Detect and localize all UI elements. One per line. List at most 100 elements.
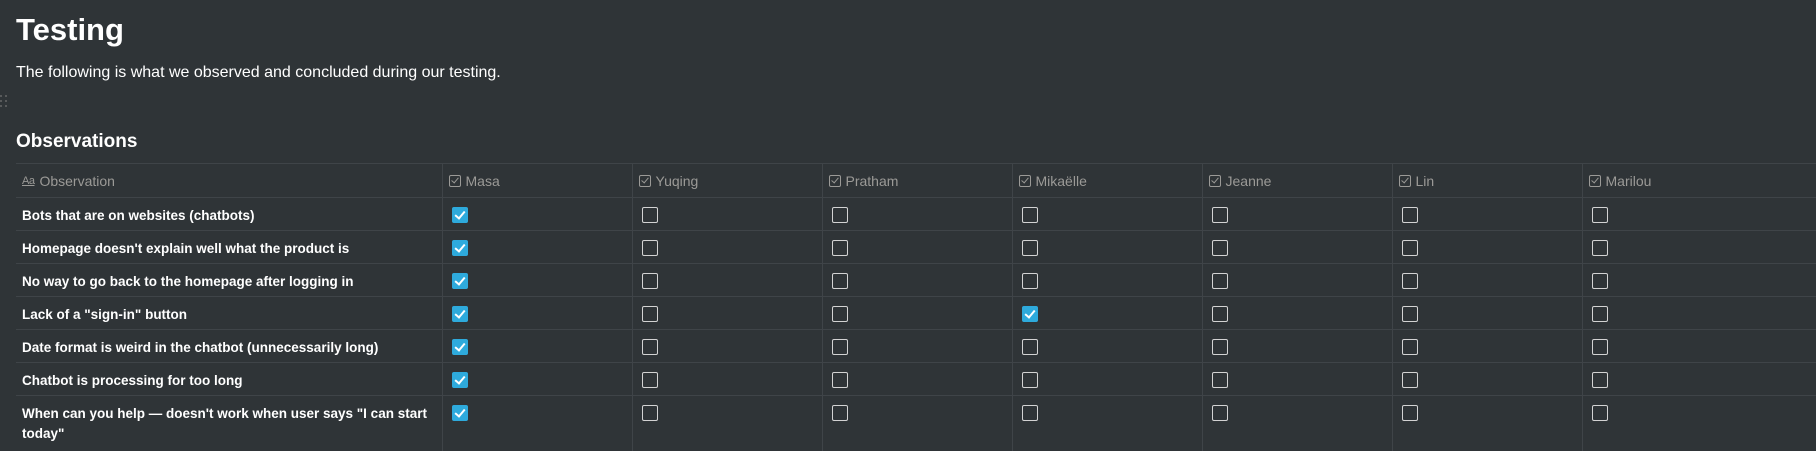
checkbox-unchecked[interactable] [1021,339,1038,355]
checkbox-checked[interactable] [451,240,468,256]
checkbox-unchecked[interactable] [1021,372,1038,388]
checkbox-unchecked[interactable] [641,405,658,421]
observation-cell[interactable]: Homepage doesn't explain well what the p… [16,230,443,264]
checkbox-unchecked[interactable] [1211,207,1228,223]
checkbox-unchecked[interactable] [831,207,848,223]
checkbox-cell [1392,197,1583,231]
checkbox-unchecked[interactable] [641,207,658,223]
checkbox-unchecked[interactable] [1591,273,1608,289]
table-row: When can you help — doesn't work when us… [16,395,1816,451]
column-header-observation[interactable]: Aa Observation [16,163,443,198]
column-header-label: Marilou [1605,172,1652,189]
checkbox-unchecked[interactable] [1211,273,1228,289]
checkbox-unchecked[interactable] [1401,273,1418,289]
checkbox-unchecked[interactable] [831,405,848,421]
checkbox-unchecked[interactable] [831,273,848,289]
page-title[interactable]: Testing [16,10,124,50]
checkbox-cell [1582,296,1816,330]
checkbox-unchecked[interactable] [1401,306,1418,322]
checkbox-unchecked[interactable] [1021,273,1038,289]
checkbox-unchecked[interactable] [1211,339,1228,355]
observation-cell[interactable]: No way to go back to the homepage after … [16,263,443,297]
checkbox-unchecked[interactable] [831,339,848,355]
checkbox-unchecked[interactable] [1591,405,1608,421]
checkbox-cell [1392,230,1583,264]
checkbox-unchecked[interactable] [1401,240,1418,256]
checkbox-cell [1392,395,1583,451]
checkbox-checked[interactable] [451,207,468,223]
checkbox-unchecked[interactable] [641,372,658,388]
checkbox-cell [1392,329,1583,363]
checkbox-property-icon [828,174,841,187]
observation-cell[interactable]: Bots that are on websites (chatbots) [16,197,443,231]
checkbox-cell [442,230,633,264]
checkbox-unchecked[interactable] [1591,207,1608,223]
table-row: Homepage doesn't explain well what the p… [16,230,1816,264]
checkbox-property-icon [448,174,461,187]
checkbox-cell [632,197,823,231]
checkbox-cell [442,395,633,451]
checkbox-unchecked[interactable] [831,306,848,322]
drag-handle-icon[interactable] [0,95,8,113]
column-header-jeanne[interactable]: Jeanne [1202,163,1393,198]
observation-cell[interactable]: Date format is weird in the chatbot (unn… [16,329,443,363]
table-body: Bots that are on websites (chatbots) Home… [16,197,1816,451]
checkbox-checked[interactable] [451,405,468,421]
column-header-yuqing[interactable]: Yuqing [632,163,823,198]
checkbox-cell [442,362,633,396]
column-header-marilou[interactable]: Marilou [1582,163,1816,198]
checkbox-unchecked[interactable] [1211,306,1228,322]
page: Testing The following is what we observe… [0,0,1816,451]
checkbox-unchecked[interactable] [641,273,658,289]
checkbox-cell [1012,329,1203,363]
section-title[interactable]: Observations [16,129,137,155]
column-header-mika-lle[interactable]: Mikaëlle [1012,163,1203,198]
checkbox-unchecked[interactable] [1591,306,1608,322]
checkbox-checked[interactable] [451,273,468,289]
column-header-lin[interactable]: Lin [1392,163,1583,198]
column-header-masa[interactable]: Masa [442,163,633,198]
checkbox-checked[interactable] [451,339,468,355]
checkbox-unchecked[interactable] [1401,405,1418,421]
observation-cell[interactable]: Chatbot is processing for too long [16,362,443,396]
column-header-pratham[interactable]: Pratham [822,163,1013,198]
text-property-icon: Aa [22,174,35,187]
column-header-label: Pratham [845,172,899,189]
checkbox-checked[interactable] [451,372,468,388]
checkbox-cell [632,395,823,451]
checkbox-unchecked[interactable] [831,240,848,256]
checkbox-cell [1012,395,1203,451]
checkbox-unchecked[interactable] [1211,372,1228,388]
checkbox-unchecked[interactable] [641,339,658,355]
checkbox-cell [1202,329,1393,363]
checkbox-checked[interactable] [451,306,468,322]
checkbox-cell [1392,362,1583,396]
checkbox-property-icon [1208,174,1221,187]
checkbox-unchecked[interactable] [1591,339,1608,355]
checkbox-cell [822,230,1013,264]
checkbox-unchecked[interactable] [1591,240,1608,256]
checkbox-property-icon [1018,174,1031,187]
column-header-label: Lin [1415,172,1435,189]
checkbox-cell [1012,197,1203,231]
checkbox-unchecked[interactable] [641,240,658,256]
page-description[interactable]: The following is what we observed and co… [16,62,501,84]
checkbox-cell [1202,395,1393,451]
checkbox-cell [442,197,633,231]
checkbox-unchecked[interactable] [1021,405,1038,421]
checkbox-unchecked[interactable] [1211,240,1228,256]
table-row: Lack of a "sign-in" button [16,296,1816,330]
checkbox-unchecked[interactable] [1401,372,1418,388]
checkbox-unchecked[interactable] [831,372,848,388]
observation-cell[interactable]: Lack of a "sign-in" button [16,296,443,330]
checkbox-cell [632,362,823,396]
checkbox-checked[interactable] [1021,306,1038,322]
checkbox-unchecked[interactable] [641,306,658,322]
checkbox-unchecked[interactable] [1401,339,1418,355]
checkbox-unchecked[interactable] [1021,207,1038,223]
checkbox-unchecked[interactable] [1211,405,1228,421]
observation-cell[interactable]: When can you help — doesn't work when us… [16,395,443,451]
checkbox-unchecked[interactable] [1021,240,1038,256]
checkbox-unchecked[interactable] [1591,372,1608,388]
checkbox-unchecked[interactable] [1401,207,1418,223]
